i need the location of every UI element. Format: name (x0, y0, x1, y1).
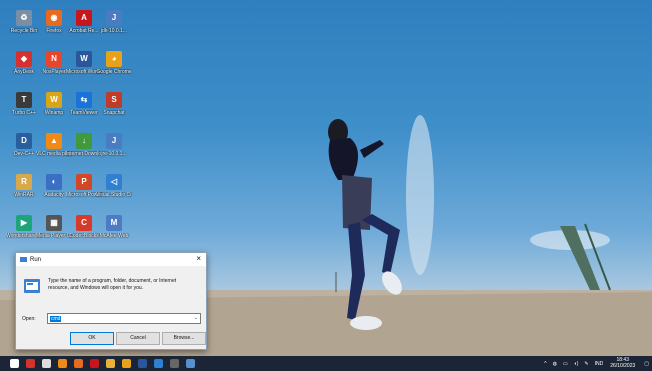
chevron-up-icon[interactable]: ^ (544, 361, 546, 367)
desktop-icon[interactable]: S Snapchat (96, 92, 132, 116)
clock[interactable]: 18:43 26/10/2023 (610, 357, 636, 369)
anydesk-icon: ◆ (16, 51, 32, 67)
pen-icon[interactable]: ✎ (584, 361, 588, 367)
desktop-icon[interactable]: Jjre-10.0.1... (96, 133, 132, 157)
visual-studio-icon: ◁ (106, 174, 122, 190)
clock-date: 26/10/2023 (610, 362, 636, 369)
vlc-icon: W (46, 92, 62, 108)
word-icon-glyph (137, 359, 147, 368)
battery-icon[interactable]: ▭ (563, 361, 568, 367)
run-icon (20, 257, 27, 262)
firefox-icon[interactable] (70, 356, 86, 371)
mcafee-icon: M (106, 215, 122, 231)
desktop-icon-label: jre-10.0.1... (101, 151, 127, 157)
close-icon[interactable]: × (196, 255, 201, 263)
system-tray: ^ ◍ ▭ ◖) ✎ IND 18:43 26/10/2023 ▢ (541, 356, 652, 371)
visual-studio-icon-glyph (153, 359, 163, 368)
start-icon[interactable] (6, 356, 22, 371)
teamviewer-icon: ⇆ (76, 92, 92, 108)
app-icon-glyph (25, 359, 35, 368)
app-icon-glyph (41, 359, 51, 368)
turbo-c-icon: T (16, 92, 32, 108)
run-program-icon (24, 279, 40, 293)
taskbar: ^ ◍ ▭ ◖) ✎ IND 18:43 26/10/2023 ▢ (0, 356, 652, 371)
visual-studio-icon[interactable] (150, 356, 166, 371)
desktop-icon[interactable]: ◕ Google Chrome (96, 51, 132, 75)
nox-player-icon: N (46, 51, 62, 67)
app-icon[interactable] (22, 356, 38, 371)
chrome-icon-glyph (121, 359, 131, 368)
desktop-icon-label: Google Chrome (96, 69, 132, 75)
ok-button[interactable]: OK (70, 332, 114, 345)
media-player-icon: ▦ (46, 215, 62, 231)
open-label: Open: (22, 316, 36, 322)
start-icon-glyph (9, 359, 19, 368)
open-input-value[interactable]: cmd (50, 315, 62, 322)
acrobat-icon-glyph (89, 359, 99, 368)
audacity-icon: ◐ (46, 174, 62, 190)
run-message: Type the name of a program, folder, docu… (48, 278, 177, 291)
acrobat-icon[interactable] (86, 356, 102, 371)
code-blocks-icon: C (76, 215, 92, 231)
file-explorer-icon[interactable] (102, 356, 118, 371)
word-icon: W (76, 51, 92, 67)
chrome-icon: ◕ (106, 51, 122, 67)
shortcut-icon: J (106, 10, 122, 26)
volume-icon[interactable]: ◖) (574, 361, 579, 367)
cancel-button[interactable]: Cancel (116, 332, 160, 345)
winrar-icon: R (16, 174, 32, 190)
vlc-icon[interactable] (54, 356, 70, 371)
internet-download-icon: ↓ (76, 133, 92, 149)
desktop-icon[interactable]: Jjdk-10.0.1... (96, 10, 132, 34)
firefox-icon-glyph (73, 359, 83, 368)
dev-cpp-icon: D (16, 133, 32, 149)
word-icon[interactable] (134, 356, 150, 371)
notification-icon[interactable]: ▢ (644, 361, 649, 367)
run-title: Run (30, 256, 42, 263)
vlc-media-icon: ▲ (46, 133, 62, 149)
recycle-bin-icon: ♻ (16, 10, 32, 26)
chrome-icon[interactable] (118, 356, 134, 371)
snapchat-icon: S (106, 92, 122, 108)
wondershare-icon: ▶ (16, 215, 32, 231)
firefox-icon: ◉ (46, 10, 62, 26)
run-dialog: Run × Type the name of a program, folder… (15, 252, 207, 350)
run-titlebar[interactable]: Run × (16, 253, 206, 266)
chevron-down-icon[interactable]: ⌄ (194, 315, 198, 321)
taskbar-apps (6, 356, 198, 371)
network-icon[interactable]: ◍ (553, 361, 557, 367)
browse-button[interactable]: Browse... (162, 332, 206, 345)
jre-icon: J (106, 133, 122, 149)
run-footer: OK Cancel Browse... (16, 327, 206, 349)
desktop[interactable]: ♻ Recycle Bin ◉ Firefox A Acrobat Re... Jjdk-1… (0, 0, 652, 371)
app-icon[interactable] (38, 356, 54, 371)
desktop-icon[interactable]: M McAfee Web (96, 215, 132, 239)
desktop-icon-label: Visual Studio Code (96, 192, 132, 198)
file-explorer-icon-glyph (105, 359, 115, 368)
desktop-icon-label: McAfee Web (99, 233, 129, 239)
vlc-icon-glyph (57, 359, 67, 368)
run-active-icon[interactable] (182, 356, 198, 371)
desktop-icon-label: jdk-10.0.1... (100, 28, 128, 34)
run-active-icon-glyph (185, 359, 195, 368)
desktop-icon-label: Snapchat (103, 110, 125, 116)
acrobat-icon: A (76, 10, 92, 26)
desktop-icon[interactable]: ◁ Visual Studio Code (96, 174, 132, 198)
run-app-icon[interactable] (166, 356, 182, 371)
powerpoint-icon: P (76, 174, 92, 190)
open-input[interactable]: cmd ⌄ (47, 313, 201, 324)
run-app-icon-glyph (169, 359, 179, 368)
language-indicator[interactable]: IND (595, 361, 604, 367)
